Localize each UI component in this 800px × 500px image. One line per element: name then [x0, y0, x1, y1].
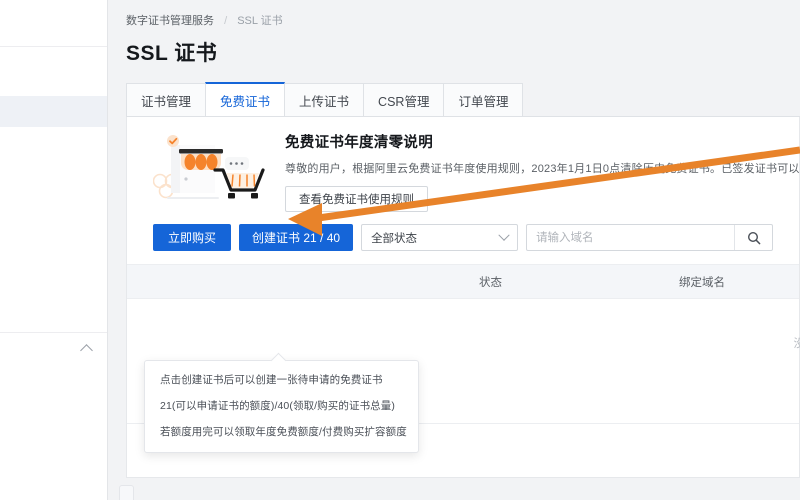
- main-content: 数字证书管理服务 / SSL 证书 SSL 证书 证书管理 免费证书 上传证书 …: [108, 0, 800, 500]
- sidebar-item-certificate[interactable]: 书: [0, 170, 107, 201]
- search-button[interactable]: [734, 225, 772, 250]
- banner-title: 免费证书年度清零说明: [285, 135, 433, 151]
- status-filter-select[interactable]: 全部状态: [361, 224, 519, 251]
- tab-order-manage-label: 订单管理: [458, 94, 509, 109]
- search-input[interactable]: [527, 225, 735, 250]
- create-certificate-tooltip: 点击创建证书后可以创建一张待申请的免费证书 21(可以申请证书的额度)/40(领…: [144, 352, 419, 454]
- sidebar-item-selected[interactable]: [0, 96, 107, 127]
- table-column-header-domain: 绑定域名: [679, 276, 725, 289]
- content-card: 免费证书年度清零说明 尊敬的用户，根据阿里云免费证书年度使用规则，2023年1月…: [119, 117, 800, 500]
- breadcrumb-current: SSL 证书: [237, 15, 283, 27]
- chevron-up-icon[interactable]: [80, 343, 93, 357]
- search-icon: [747, 231, 760, 244]
- shop-cart-illustration: [152, 131, 271, 203]
- sidebar-cta-wrap: 一服务: [0, 461, 108, 492]
- promo-banner: 免费证书年度清零说明 尊敬的用户，根据阿里云免费证书年度使用规则，2023年1月…: [127, 117, 800, 220]
- domain-search-box[interactable]: [526, 224, 774, 251]
- tab-certificate-manage[interactable]: 证书管理: [126, 83, 207, 116]
- tab-upload-certificate[interactable]: 上传证书: [284, 83, 365, 116]
- sidebar-item-overview[interactable]: [0, 65, 107, 96]
- left-sidebar: 理服务 书 TPS 检测 转换: [0, 0, 108, 500]
- action-toolbar: 立即购买 创建证书 21 / 40 全部状态: [127, 220, 799, 251]
- sidebar-item-blank-1[interactable]: [0, 127, 107, 158]
- banner-description: 尊敬的用户，根据阿里云免费证书年度使用规则，2023年1月1日0点清除历史免费证…: [285, 163, 800, 175]
- breadcrumb: 数字证书管理服务 / SSL 证书: [108, 0, 800, 28]
- tab-upload-certificate-label: 上传证书: [299, 94, 350, 109]
- tooltip-line-3: 若额度用完可以领取年度免费额度/付费购买扩容额度: [160, 426, 407, 439]
- breadcrumb-root[interactable]: 数字证书管理服务: [126, 15, 214, 27]
- tab-bar: 证书管理 免费证书 上传证书 CSR管理 订单管理: [126, 82, 800, 117]
- tooltip-line-1: 点击创建证书后可以创建一张待申请的免费证书: [160, 374, 383, 386]
- table-column-header-status: 状态: [479, 276, 502, 289]
- create-certificate-button[interactable]: 创建证书 21 / 40: [239, 224, 354, 251]
- view-free-cert-rules-button[interactable]: 查看免费证书使用规则: [285, 186, 428, 212]
- tab-csr-manage[interactable]: CSR管理: [363, 83, 445, 116]
- tab-order-manage[interactable]: 订单管理: [443, 83, 524, 116]
- page-title: SSL 证书: [126, 42, 218, 65]
- banner-text-block: 免费证书年度清零说明 尊敬的用户，根据阿里云免费证书年度使用规则，2023年1月…: [271, 129, 800, 212]
- tab-certificate-manage-label: 证书管理: [141, 94, 192, 109]
- sidebar-item-detect[interactable]: 检测: [0, 413, 107, 444]
- sidebar-collapse-handle[interactable]: [119, 485, 134, 500]
- buy-now-button[interactable]: 立即购买: [153, 224, 232, 251]
- sidebar-group-tools[interactable]: [0, 333, 107, 367]
- breadcrumb-separator: /: [224, 15, 228, 27]
- status-filter-value: 全部状态: [371, 232, 418, 245]
- sidebar-item-https[interactable]: TPS: [0, 215, 107, 246]
- tab-free-certificate[interactable]: 免费证书: [205, 82, 286, 116]
- screen-root: 理服务 书 TPS 检测 转换: [0, 0, 800, 500]
- table-empty-text: 没: [793, 338, 800, 350]
- tab-free-certificate-label: 免费证书: [220, 94, 271, 109]
- chevron-down-icon: [498, 229, 510, 241]
- table-header-row: 状态 绑定域名: [127, 264, 799, 299]
- tooltip-line-2: 21(可以申请证书的额度)/40(领取/购买的证书总量): [160, 400, 395, 413]
- tab-csr-manage-label: CSR管理: [378, 94, 430, 109]
- sidebar-product-title: 理服务: [0, 0, 107, 46]
